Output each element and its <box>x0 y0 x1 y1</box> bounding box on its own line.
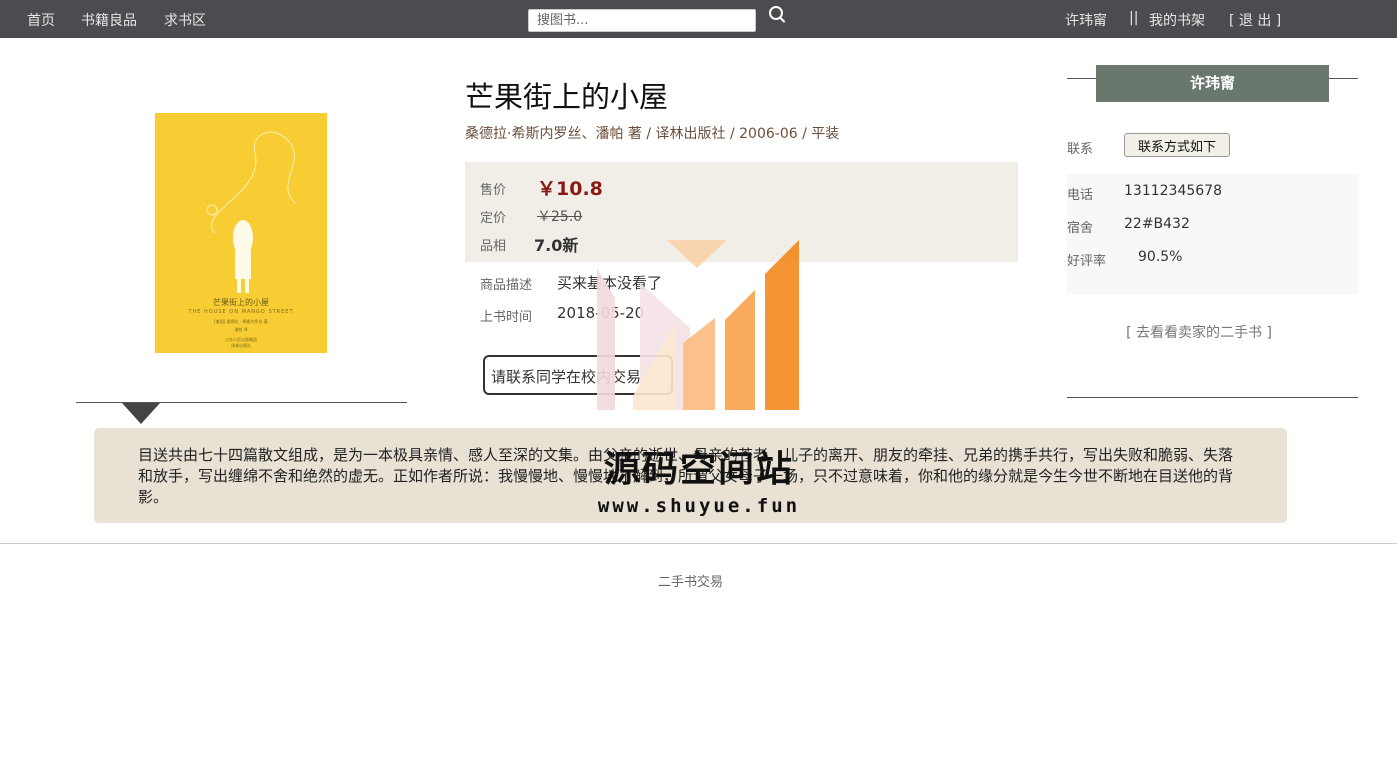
watermark-logo <box>597 240 799 410</box>
cover-translator-text: 潘帕 译 <box>234 327 248 332</box>
nav-books-link[interactable]: 书籍良品 <box>81 10 137 30</box>
seller-rating-label: 好评率 <box>1067 254 1107 269</box>
search-icon[interactable] <box>767 5 787 25</box>
nav-home-link[interactable]: 首页 <box>27 10 55 30</box>
nav-username-link[interactable]: 许玮甯 <box>1065 10 1107 30</box>
nav-separator: || <box>1129 10 1139 26</box>
footer-text: 二手书交易 <box>657 575 723 590</box>
sale-price-label: 售价 <box>480 183 507 198</box>
watermark-title: 源码空间站 <box>603 449 794 490</box>
nav-my-shelf-link[interactable]: 我的书架 <box>1149 10 1205 30</box>
description-pointer-triangle <box>122 403 160 424</box>
seller-books-link[interactable]: [ 去看看卖家的二手书 ] <box>1067 322 1331 342</box>
seller-bottom-rule <box>1067 397 1358 398</box>
condition-label: 品相 <box>480 239 507 254</box>
sale-price: ￥10.8 <box>537 178 603 200</box>
condition-value: 7.0新 <box>534 236 579 255</box>
cover-publisher-text-2: 译林出版社 <box>231 343 251 348</box>
seller-dorm-label: 宿舍 <box>1067 221 1094 236</box>
seller-contact-label: 联系 <box>1067 142 1094 157</box>
seller-phone-label: 电话 <box>1067 188 1094 203</box>
watermark-url: www.shuyue.fun <box>597 495 801 517</box>
book-meta: 桑德拉·希斯内罗丝、潘帕 著 / 译林出版社 / 2006-06 / 平装 <box>465 126 840 142</box>
seller-dorm-value: 22#B432 <box>1124 216 1190 232</box>
seller-name-header: 许玮甯 <box>1096 65 1329 102</box>
cover-author-text: [美国] 桑德拉 · 希斯内罗丝 著 <box>214 319 268 324</box>
book-title: 芒果街上的小屋 <box>465 80 669 114</box>
contact-info-button[interactable]: 联系方式如下 <box>1124 133 1230 157</box>
nav-logout-link[interactable]: [ 退 出 ] <box>1229 10 1281 30</box>
cover-girl-illustration <box>206 131 296 293</box>
list-price-label: 定价 <box>480 211 507 226</box>
cover-subtitle-text: THE HOUSE ON MANGO STREET <box>188 309 294 315</box>
seller-rating-value: 90.5% <box>1138 249 1183 265</box>
nav-wanted-link[interactable]: 求书区 <box>164 10 206 30</box>
footer-divider <box>0 543 1397 544</box>
book-cover-image: 芒果街上的小屋 THE HOUSE ON MANGO STREET [美国] 桑… <box>155 113 327 353</box>
search-input[interactable] <box>528 9 756 32</box>
seller-phone-value: 13112345678 <box>1124 183 1222 199</box>
listed-time-label: 上书时间 <box>480 310 533 325</box>
description-label: 商品描述 <box>480 278 533 293</box>
cover-title-text: 芒果街上的小屋 <box>213 298 269 307</box>
list-price: ￥25.0 <box>537 209 583 225</box>
